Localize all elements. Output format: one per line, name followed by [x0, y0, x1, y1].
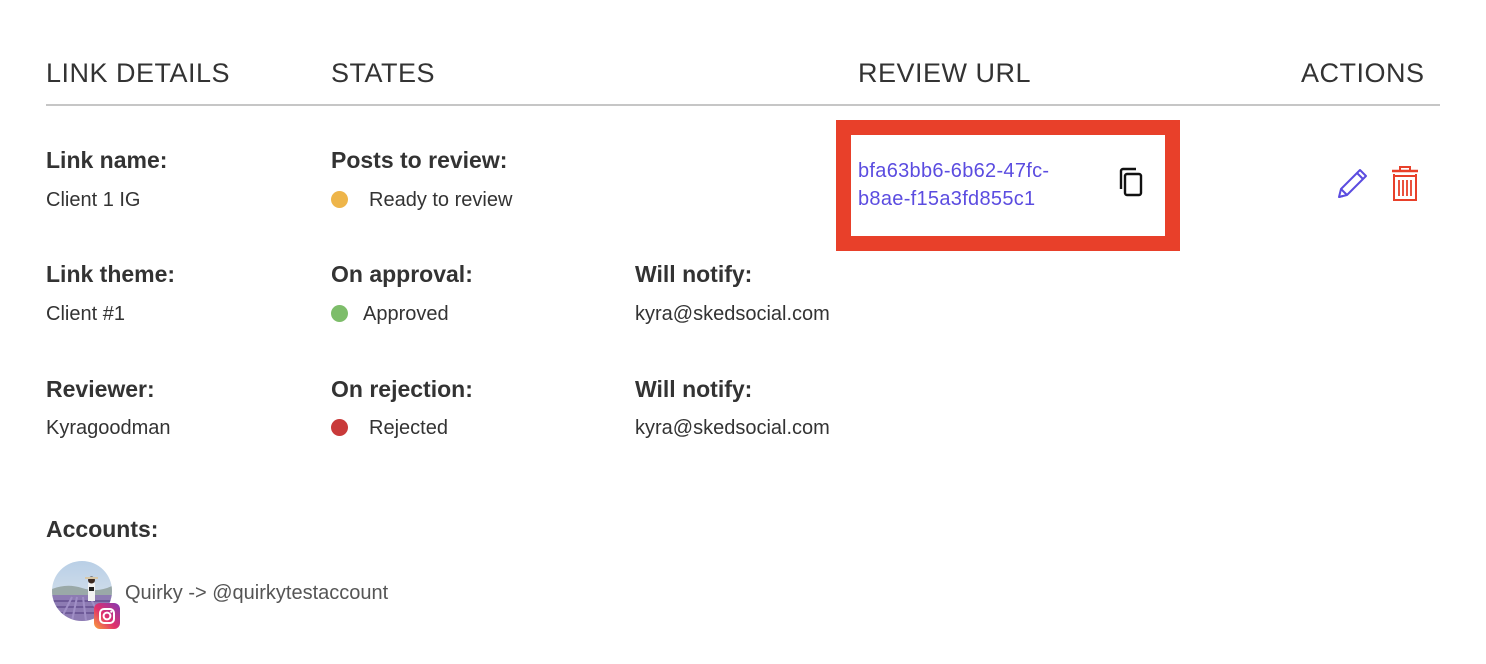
header-divider: [46, 104, 1440, 106]
review-url-line-2: b8ae-f15a3fd855c1: [858, 188, 1036, 210]
account-handle: Quirky -> @quirkytestaccount: [125, 582, 389, 604]
rejected-status-dot: [331, 419, 348, 436]
ready-status-dot: [331, 191, 348, 208]
column-header-review-url: REVIEW URL: [858, 58, 1032, 88]
on-rejection-state: Rejected: [369, 417, 448, 439]
trash-icon[interactable]: [1389, 165, 1421, 203]
column-header-actions: ACTIONS: [1301, 58, 1425, 88]
on-approval-label: On approval:: [331, 261, 473, 287]
approved-status-dot: [331, 305, 348, 322]
approval-notify-email: kyra@skedsocial.com: [635, 303, 830, 325]
reviewer-value: Kyragoodman: [46, 417, 171, 439]
link-theme-label: Link theme:: [46, 261, 176, 287]
approval-notify-label: Will notify:: [635, 261, 753, 287]
review-url-line-1: bfa63bb6-6b62-47fc-: [858, 160, 1050, 182]
accounts-label: Accounts:: [46, 516, 159, 542]
link-theme-value: Client #1: [46, 303, 125, 325]
reviewer-label: Reviewer:: [46, 376, 155, 402]
copy-icon[interactable]: [1118, 166, 1146, 198]
on-rejection-label: On rejection:: [331, 376, 473, 402]
link-name-label: Link name:: [46, 147, 168, 173]
on-approval-state: Approved: [363, 303, 449, 325]
pencil-icon[interactable]: [1333, 165, 1371, 203]
posts-to-review-state: Ready to review: [369, 189, 513, 211]
rejection-notify-label: Will notify:: [635, 376, 753, 402]
column-header-states: STATES: [331, 58, 436, 88]
review-url-link[interactable]: bfa63bb6-6b62-47fc- b8ae-f15a3fd855c1: [858, 157, 1098, 213]
rejection-notify-email: kyra@skedsocial.com: [635, 417, 830, 439]
posts-to-review-label: Posts to review:: [331, 147, 508, 173]
link-name-value: Client 1 IG: [46, 189, 141, 211]
column-header-link-details: LINK DETAILS: [46, 58, 231, 88]
instagram-icon: [94, 603, 120, 629]
